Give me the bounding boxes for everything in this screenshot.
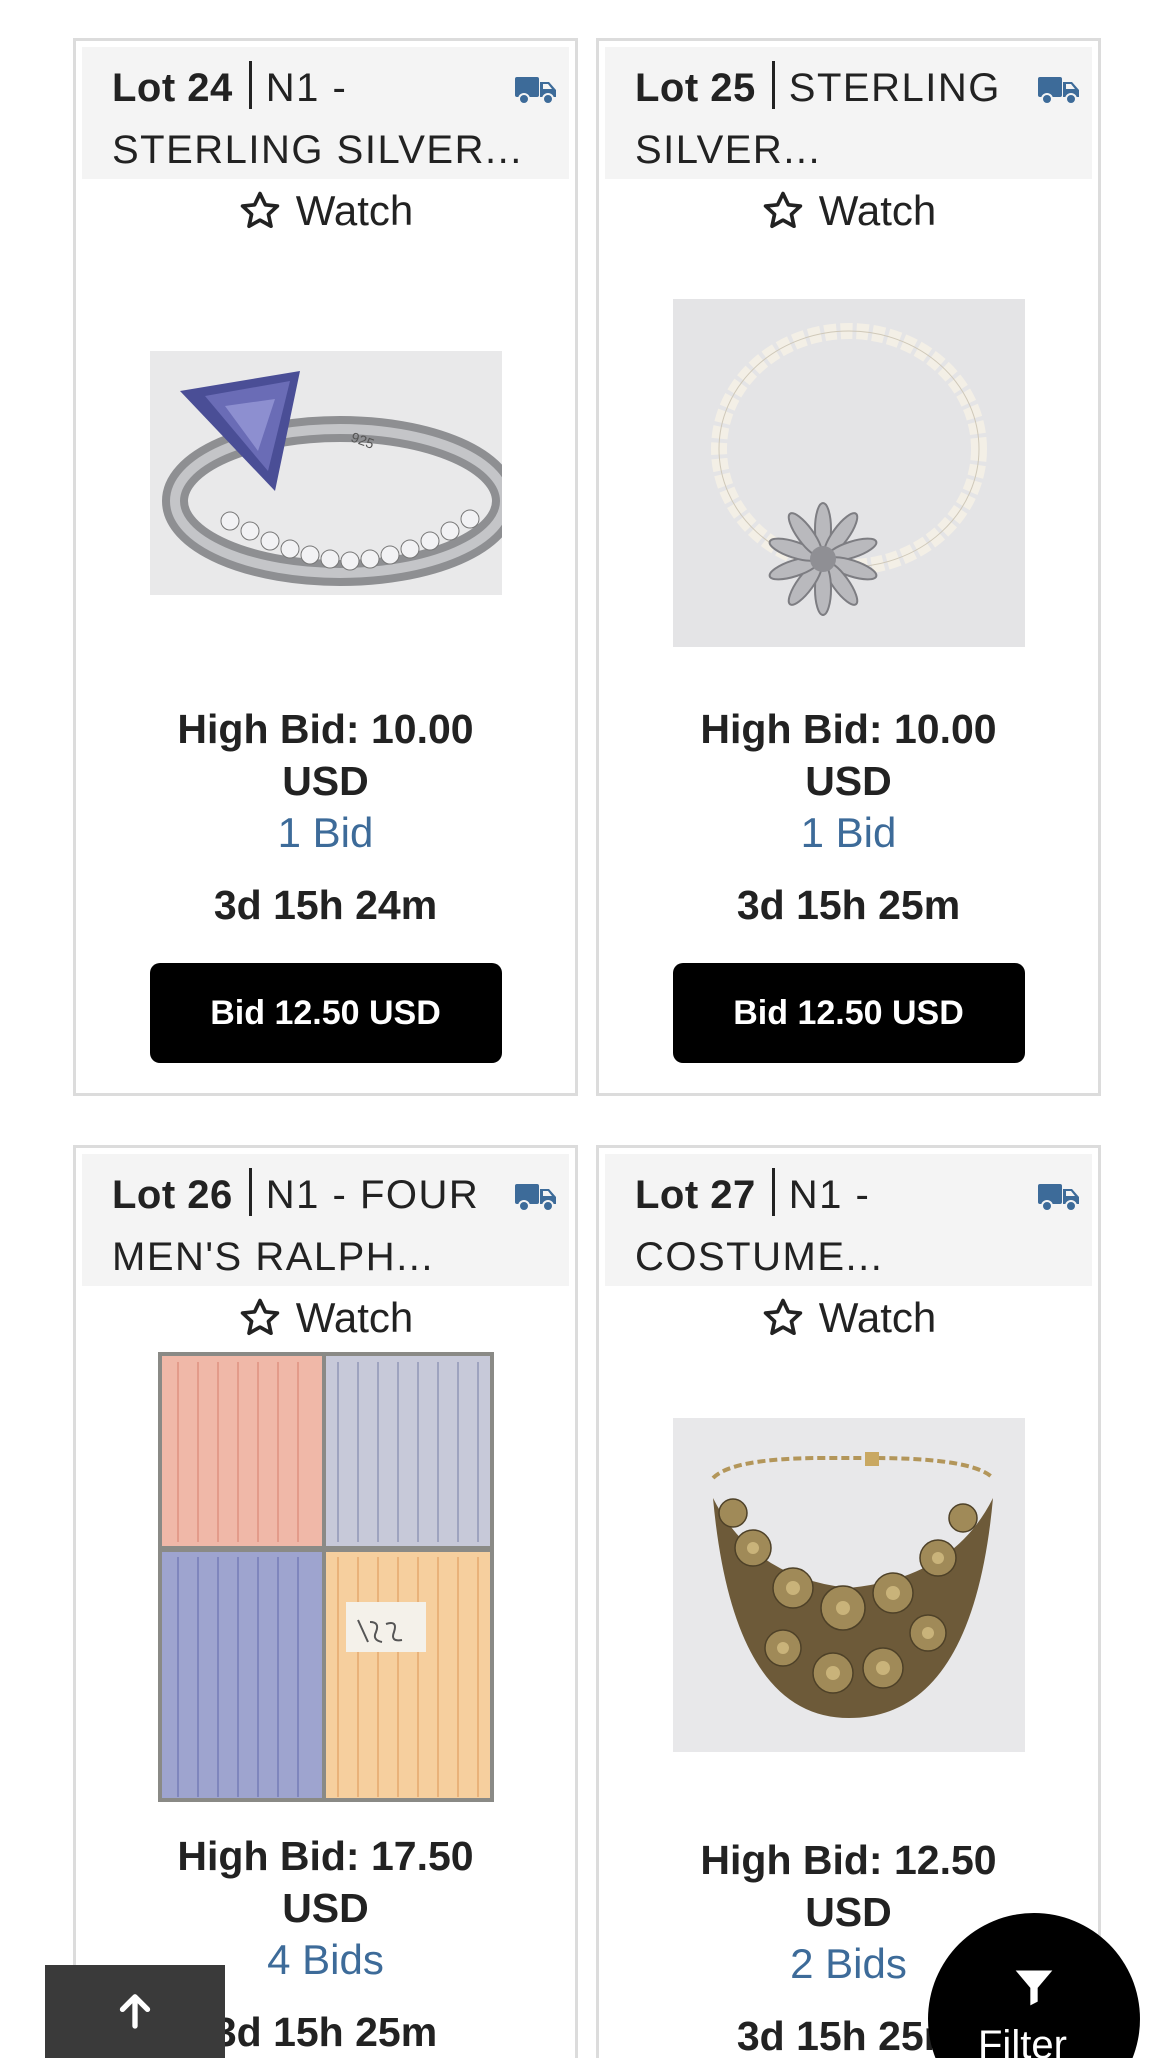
high-bid: High Bid: 17.50 bbox=[177, 1833, 474, 1879]
pearl-necklace-image[interactable] bbox=[672, 299, 1025, 647]
lot-header[interactable]: Lot 24 N1 - STERLING SILVER... bbox=[82, 47, 569, 179]
lot-header[interactable]: Lot 25 STERLING SILVER... bbox=[605, 47, 1092, 179]
divider bbox=[248, 1168, 252, 1216]
lot-number: Lot 27 bbox=[635, 1173, 756, 1217]
bid-count-link[interactable]: 1 Bid bbox=[76, 807, 575, 859]
high-bid: High Bid: 10.00 bbox=[700, 706, 997, 752]
bid-button[interactable]: Bid 12.50 USD bbox=[672, 963, 1025, 1063]
lot-number: Lot 25 bbox=[635, 66, 756, 110]
watch-label: Watch bbox=[818, 1294, 937, 1341]
lot-title-line1: N1 - bbox=[265, 66, 348, 110]
high-bid-currency: USD bbox=[282, 1885, 369, 1931]
shipping-truck-icon bbox=[1038, 77, 1079, 105]
arrow-up-icon bbox=[119, 1994, 151, 2029]
shipping-truck-icon bbox=[515, 1184, 556, 1212]
watch-label: Watch bbox=[818, 187, 937, 234]
high-bid: High Bid: 10.00 bbox=[177, 706, 474, 752]
lot-title-line2: SILVER... bbox=[635, 128, 822, 172]
divider bbox=[771, 1168, 775, 1216]
divider bbox=[248, 61, 252, 109]
lot-card[interactable]: Lot 25 STERLING SILVER... Watch High Bid… bbox=[596, 38, 1101, 1096]
bid-count-link[interactable]: 1 Bid bbox=[599, 807, 1098, 859]
watch-label: Watch bbox=[295, 1294, 414, 1341]
high-bid-currency: USD bbox=[282, 758, 369, 804]
watch-button[interactable]: Watch bbox=[599, 1286, 1098, 1350]
lot-header[interactable]: Lot 26 N1 - FOUR MEN'S RALPH... bbox=[82, 1154, 569, 1286]
shipping-truck-icon bbox=[515, 77, 556, 105]
time-left: 3d 15h 25m bbox=[736, 882, 961, 928]
shipping-truck-icon bbox=[1038, 1184, 1079, 1212]
star-icon bbox=[763, 1298, 803, 1336]
costume-necklace-image[interactable] bbox=[672, 1418, 1025, 1752]
sterling-silver-ring-image[interactable]: 925 bbox=[149, 351, 502, 595]
star-icon bbox=[240, 191, 280, 229]
lot-title-line1: STERLING bbox=[788, 66, 1001, 110]
lot-number: Lot 26 bbox=[112, 1173, 233, 1217]
high-bid-currency: USD bbox=[805, 758, 892, 804]
mens-shirts-image[interactable] bbox=[157, 1352, 494, 1802]
lot-title-line2: MEN'S RALPH... bbox=[112, 1235, 435, 1279]
watch-button[interactable]: Watch bbox=[599, 179, 1098, 243]
scroll-to-top-button[interactable] bbox=[45, 1965, 225, 2058]
divider bbox=[771, 61, 775, 109]
bid-button[interactable]: Bid 12.50 USD bbox=[149, 963, 502, 1063]
filter-label: Filter bbox=[978, 2023, 1067, 2058]
watch-label: Watch bbox=[295, 187, 414, 234]
high-bid: High Bid: 12.50 bbox=[700, 1837, 997, 1883]
lot-header[interactable]: Lot 27 N1 - COSTUME... bbox=[605, 1154, 1092, 1286]
lot-title-line1: N1 - FOUR bbox=[265, 1173, 480, 1217]
star-icon bbox=[763, 191, 803, 229]
lot-title-line1: N1 - bbox=[788, 1173, 871, 1217]
lot-number: Lot 24 bbox=[112, 66, 233, 110]
lot-title-line2: STERLING SILVER... bbox=[112, 128, 523, 172]
star-icon bbox=[240, 1298, 280, 1336]
lot-title-line2: COSTUME... bbox=[635, 1235, 884, 1279]
filter-icon bbox=[1015, 1970, 1053, 2006]
watch-button[interactable]: Watch bbox=[76, 1286, 575, 1350]
time-left: 3d 15h 24m bbox=[213, 882, 438, 928]
lot-card[interactable]: Lot 24 N1 - STERLING SILVER... Watch 925 bbox=[73, 38, 578, 1096]
lot-card[interactable]: Lot 26 N1 - FOUR MEN'S RALPH... Watch Hi… bbox=[73, 1145, 578, 2058]
watch-button[interactable]: Watch bbox=[76, 179, 575, 243]
